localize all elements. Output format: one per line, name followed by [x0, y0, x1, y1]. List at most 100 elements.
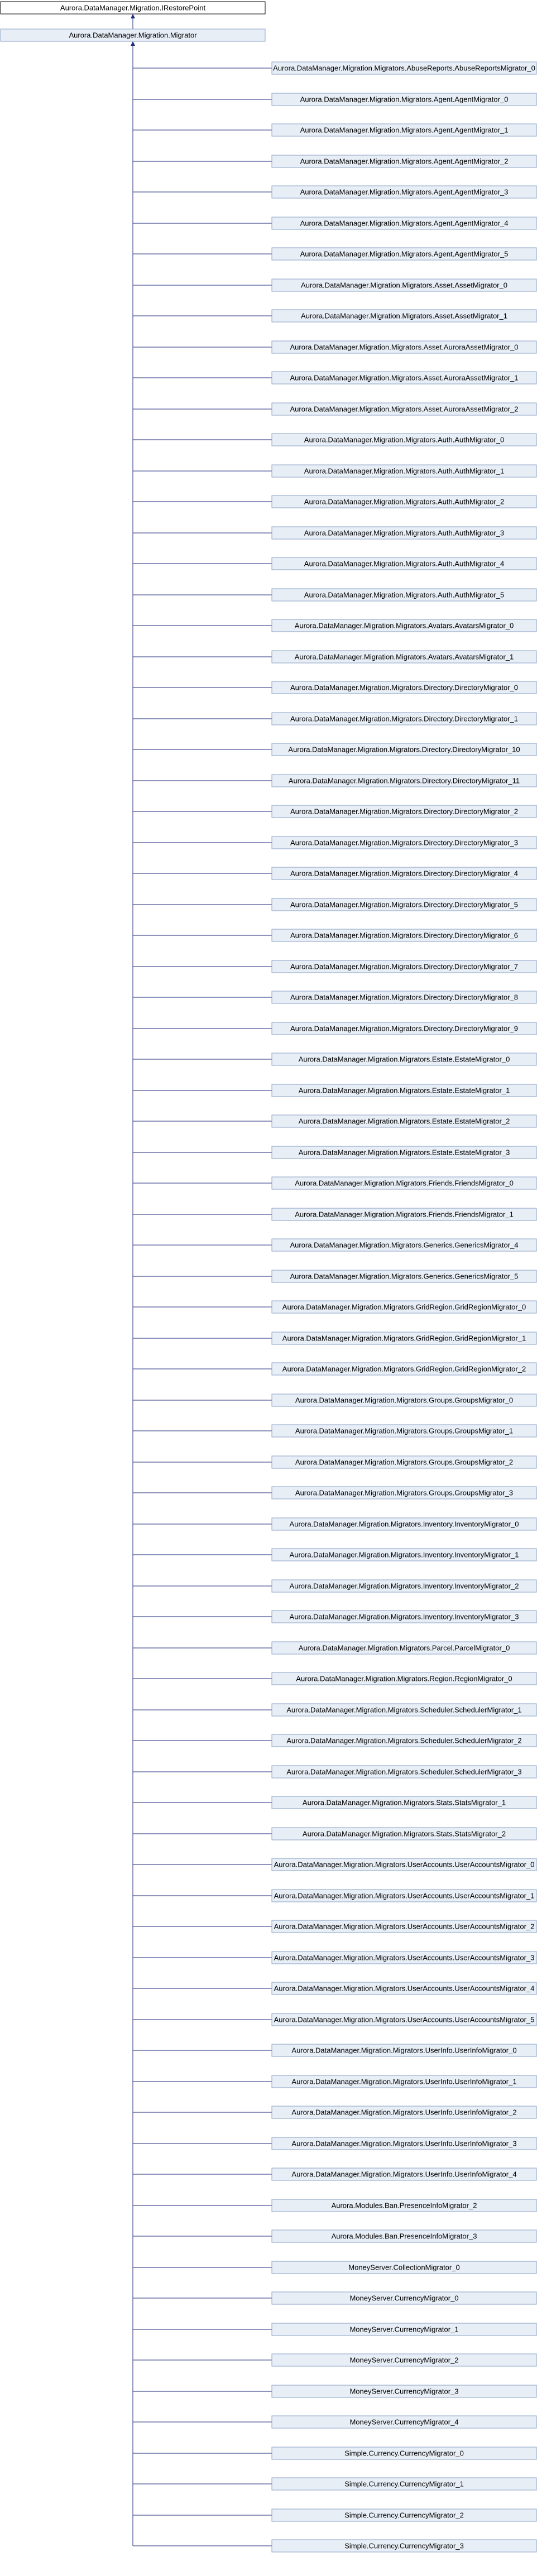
child-node[interactable]: MoneyServer.CollectionMigrator_0 — [271, 2261, 537, 2274]
child-node[interactable]: Aurora.DataManager.Migration.Migrators.E… — [271, 1052, 537, 1066]
child-node[interactable]: Aurora.DataManager.Migration.Migrators.U… — [271, 2137, 537, 2150]
child-node[interactable]: Aurora.DataManager.Migration.Migrators.D… — [271, 805, 537, 818]
child-node[interactable]: Aurora.DataManager.Migration.Migrators.S… — [271, 1703, 537, 1717]
child-node[interactable]: Simple.Currency.CurrencyMigrator_1 — [271, 2477, 537, 2491]
child-node[interactable]: Aurora.DataManager.Migration.Migrators.A… — [271, 619, 537, 632]
child-node[interactable]: Aurora.DataManager.Migration.Migrators.G… — [271, 1238, 537, 1252]
child-node[interactable]: Aurora.DataManager.Migration.Migrators.G… — [271, 1332, 537, 1345]
child-node[interactable]: Aurora.DataManager.Migration.Migrators.E… — [271, 1146, 537, 1159]
child-node-label: Aurora.DataManager.Migration.Migrators.U… — [274, 1923, 535, 1931]
child-node[interactable]: Aurora.DataManager.Migration.Migrators.A… — [271, 526, 537, 540]
child-node[interactable]: Aurora.DataManager.Migration.Migrators.D… — [271, 929, 537, 942]
child-node[interactable]: Aurora.DataManager.Migration.Migrators.I… — [271, 1610, 537, 1623]
child-node[interactable]: Aurora.DataManager.Migration.Migrators.D… — [271, 774, 537, 787]
child-node[interactable]: Aurora.DataManager.Migration.Migrators.U… — [271, 2044, 537, 2057]
child-node[interactable]: MoneyServer.CurrencyMigrator_1 — [271, 2323, 537, 2336]
child-node-label: Aurora.DataManager.Migration.Migrators.U… — [291, 2046, 516, 2055]
child-node[interactable]: Aurora.DataManager.Migration.Migrators.A… — [271, 588, 537, 602]
child-node[interactable]: Aurora.DataManager.Migration.Migrators.G… — [271, 1393, 537, 1407]
child-node[interactable]: Aurora.DataManager.Migration.Migrators.F… — [271, 1176, 537, 1190]
root-node[interactable]: Aurora.DataManager.Migration.IRestorePoi… — [0, 1, 266, 15]
child-node[interactable]: Aurora.DataManager.Migration.Migrators.G… — [271, 1424, 537, 1438]
child-node[interactable]: Aurora.DataManager.Migration.Migrators.D… — [271, 898, 537, 911]
child-node[interactable]: Simple.Currency.CurrencyMigrator_3 — [271, 2539, 537, 2553]
child-node[interactable]: Aurora.DataManager.Migration.Migrators.D… — [271, 1022, 537, 1035]
child-node-label: Aurora.DataManager.Migration.Migrators.S… — [303, 1830, 506, 1838]
child-node[interactable]: Aurora.DataManager.Migration.Migrators.U… — [271, 2106, 537, 2119]
child-node[interactable]: Aurora.DataManager.Migration.Migrators.A… — [271, 123, 537, 137]
child-node[interactable]: Aurora.DataManager.Migration.Migrators.D… — [271, 867, 537, 880]
child-node[interactable]: Aurora.DataManager.Migration.Migrators.S… — [271, 1796, 537, 1809]
child-node[interactable]: Aurora.DataManager.Migration.Migrators.P… — [271, 1641, 537, 1655]
child-node[interactable]: Aurora.DataManager.Migration.Migrators.A… — [271, 557, 537, 570]
child-node[interactable]: Aurora.DataManager.Migration.Migrators.I… — [271, 1579, 537, 1593]
child-node-label: Aurora.DataManager.Migration.Migrators.A… — [300, 250, 509, 258]
child-node-label: Aurora.DataManager.Migration.Migrators.G… — [290, 1241, 519, 1249]
child-node[interactable]: Aurora.DataManager.Migration.Migrators.I… — [271, 1517, 537, 1531]
child-node-label: Aurora.DataManager.Migration.Migrators.A… — [301, 312, 507, 320]
child-node-label: Aurora.DataManager.Migration.Migrators.G… — [295, 1396, 513, 1405]
child-node-label: Aurora.DataManager.Migration.Migrators.U… — [291, 2170, 516, 2179]
child-node[interactable]: Aurora.DataManager.Migration.Migrators.F… — [271, 1208, 537, 1221]
child-node[interactable]: Aurora.DataManager.Migration.Migrators.U… — [271, 1920, 537, 1933]
child-node[interactable]: MoneyServer.CurrencyMigrator_2 — [271, 2353, 537, 2367]
child-node[interactable]: Aurora.DataManager.Migration.Migrators.G… — [271, 1362, 537, 1376]
child-node[interactable]: Aurora.DataManager.Migration.Migrators.U… — [271, 2013, 537, 2026]
child-node[interactable]: Aurora.DataManager.Migration.Migrators.A… — [271, 61, 537, 75]
child-node[interactable]: Aurora.Modules.Ban.PresenceInfoMigrator_… — [271, 2229, 537, 2243]
child-node-label: Aurora.DataManager.Migration.Migrators.I… — [290, 1613, 519, 1621]
child-node-label: Aurora.DataManager.Migration.Migrators.D… — [289, 777, 520, 785]
child-node[interactable]: Aurora.DataManager.Migration.Migrators.A… — [271, 155, 537, 168]
child-node[interactable]: Aurora.DataManager.Migration.Migrators.U… — [271, 1858, 537, 1871]
child-node[interactable]: Aurora.DataManager.Migration.Migrators.G… — [271, 1455, 537, 1469]
child-node[interactable]: MoneyServer.CurrencyMigrator_0 — [271, 2291, 537, 2305]
child-node[interactable]: Aurora.DataManager.Migration.Migrators.A… — [271, 217, 537, 230]
child-node[interactable]: Aurora.DataManager.Migration.Migrators.G… — [271, 1300, 537, 1314]
child-node[interactable]: Aurora.DataManager.Migration.Migrators.A… — [271, 309, 537, 323]
child-node[interactable]: Aurora.DataManager.Migration.Migrators.D… — [271, 836, 537, 849]
child-node[interactable]: MoneyServer.CurrencyMigrator_3 — [271, 2385, 537, 2398]
child-node[interactable]: Aurora.DataManager.Migration.Migrators.U… — [271, 1951, 537, 1964]
child-node[interactable]: Aurora.DataManager.Migration.Migrators.D… — [271, 681, 537, 694]
child-node[interactable]: MoneyServer.CurrencyMigrator_4 — [271, 2415, 537, 2429]
child-node[interactable]: Aurora.DataManager.Migration.Migrators.A… — [271, 464, 537, 478]
child-node[interactable]: Aurora.DataManager.Migration.Migrators.S… — [271, 1765, 537, 1779]
child-node[interactable]: Aurora.DataManager.Migration.Migrators.U… — [271, 1889, 537, 1902]
child-node[interactable]: Aurora.DataManager.Migration.Migrators.I… — [271, 1548, 537, 1561]
child-node[interactable]: Aurora.DataManager.Migration.Migrators.A… — [271, 340, 537, 354]
child-node-label: Aurora.DataManager.Migration.Migrators.G… — [295, 1458, 513, 1467]
child-node-label: Aurora.DataManager.Migration.Migrators.S… — [286, 1737, 521, 1745]
child-node[interactable]: Aurora.DataManager.Migration.Migrators.U… — [271, 2075, 537, 2088]
child-node[interactable]: Aurora.DataManager.Migration.Migrators.A… — [271, 402, 537, 416]
child-node[interactable]: Aurora.DataManager.Migration.Migrators.G… — [271, 1270, 537, 1283]
child-node[interactable]: Aurora.DataManager.Migration.Migrators.S… — [271, 1734, 537, 1747]
child-node[interactable]: Aurora.DataManager.Migration.Migrators.E… — [271, 1114, 537, 1128]
child-node[interactable]: Aurora.Modules.Ban.PresenceInfoMigrator_… — [271, 2199, 537, 2212]
child-node-label: Aurora.DataManager.Migration.Migrators.A… — [304, 529, 504, 537]
child-node[interactable]: Aurora.DataManager.Migration.Migrators.A… — [271, 185, 537, 199]
child-node[interactable]: Simple.Currency.CurrencyMigrator_0 — [271, 2447, 537, 2460]
child-node-label: Aurora.DataManager.Migration.Migrators.E… — [299, 1148, 510, 1157]
child-node[interactable]: Aurora.DataManager.Migration.Migrators.A… — [271, 278, 537, 292]
child-node[interactable]: Aurora.DataManager.Migration.Migrators.U… — [271, 1982, 537, 1995]
child-node[interactable]: Aurora.DataManager.Migration.Migrators.A… — [271, 247, 537, 261]
child-node-label: Aurora.Modules.Ban.PresenceInfoMigrator_… — [332, 2232, 477, 2241]
child-node[interactable]: Aurora.DataManager.Migration.Migrators.U… — [271, 2168, 537, 2181]
child-node[interactable]: Aurora.DataManager.Migration.Migrators.S… — [271, 1827, 537, 1840]
child-node[interactable]: Aurora.DataManager.Migration.Migrators.G… — [271, 1486, 537, 1500]
child-node-label: Aurora.DataManager.Migration.Migrators.R… — [296, 1675, 512, 1683]
child-node[interactable]: Aurora.DataManager.Migration.Migrators.D… — [271, 743, 537, 756]
child-node[interactable]: Aurora.DataManager.Migration.Migrators.A… — [271, 93, 537, 106]
child-node[interactable]: Aurora.DataManager.Migration.Migrators.R… — [271, 1672, 537, 1685]
child-node[interactable]: Aurora.DataManager.Migration.Migrators.A… — [271, 650, 537, 664]
child-node[interactable]: Aurora.DataManager.Migration.Migrators.A… — [271, 433, 537, 446]
child-node[interactable]: Aurora.DataManager.Migration.Migrators.D… — [271, 712, 537, 725]
child-node[interactable]: Aurora.DataManager.Migration.Migrators.A… — [271, 495, 537, 508]
child-node[interactable]: Aurora.DataManager.Migration.Migrators.A… — [271, 371, 537, 385]
child-node[interactable]: Aurora.DataManager.Migration.Migrators.D… — [271, 960, 537, 973]
base-node[interactable]: Aurora.DataManager.Migration.Migrator — [0, 28, 266, 42]
child-node[interactable]: Aurora.DataManager.Migration.Migrators.D… — [271, 991, 537, 1004]
child-node-label: Aurora.Modules.Ban.PresenceInfoMigrator_… — [332, 2202, 477, 2210]
child-node[interactable]: Simple.Currency.CurrencyMigrator_2 — [271, 2508, 537, 2522]
child-node[interactable]: Aurora.DataManager.Migration.Migrators.E… — [271, 1084, 537, 1097]
